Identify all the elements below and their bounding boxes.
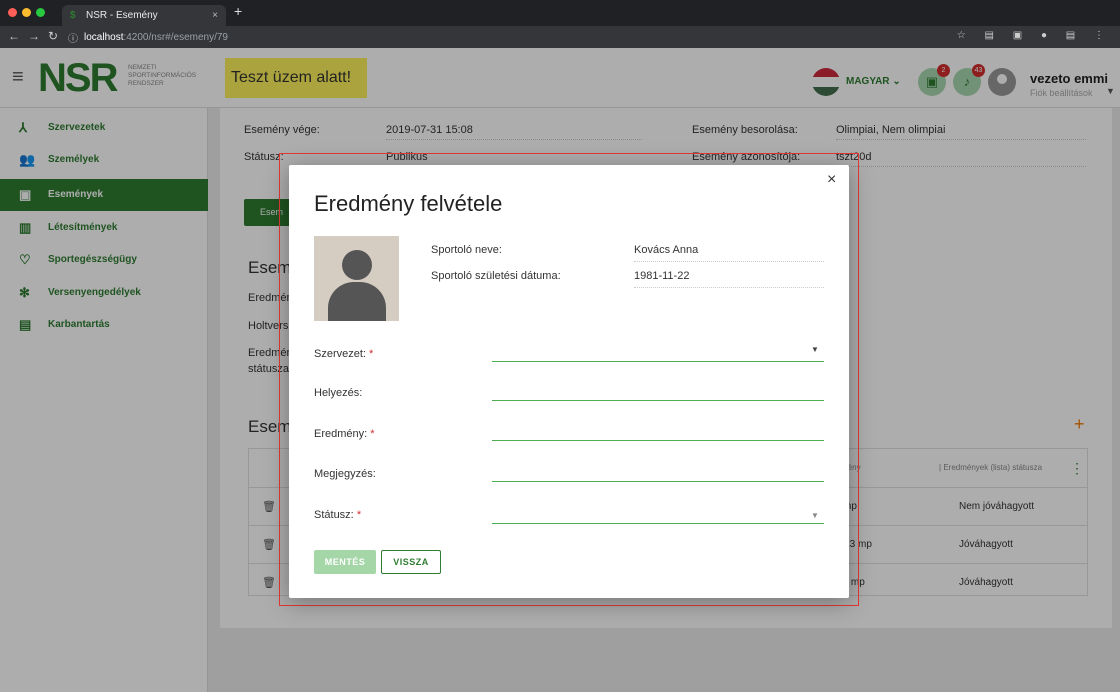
placement-label: Helyezés: (314, 387, 363, 399)
athlete-photo-placeholder (314, 236, 399, 321)
browser-tab[interactable]: $ NSR - Esemény × (62, 5, 226, 26)
new-tab-button[interactable]: + (234, 3, 242, 19)
result-label: Eredmény: * (314, 428, 375, 440)
dialog-title: Eredmény felvétele (314, 191, 503, 216)
add-result-dialog: Eredmény felvétele × Sportoló neve: Ková… (289, 165, 849, 598)
placement-input[interactable] (492, 400, 824, 401)
url-path: :4200/nsr#/esemeny/79 (123, 32, 228, 43)
organization-label-text: Szervezet: (314, 348, 366, 360)
status-select[interactable] (492, 523, 824, 524)
required-mark: * (356, 509, 362, 521)
required-mark: * (369, 348, 374, 360)
status-field-label: Státusz: * (314, 509, 361, 521)
dropdown-arrow-icon[interactable]: ▼ (811, 511, 819, 520)
organization-label: Szervezet: * (314, 348, 373, 360)
dropdown-arrow-icon[interactable]: ▼ (811, 345, 819, 354)
forward-arrow-icon[interactable]: → (28, 29, 40, 43)
close-icon[interactable]: × (827, 171, 836, 189)
close-window-button[interactable] (8, 8, 17, 17)
tab-close-icon[interactable]: × (212, 5, 218, 26)
maximize-window-button[interactable] (36, 8, 45, 17)
athlete-name-value: Kovács Anna (634, 244, 824, 262)
note-label: Megjegyzés: (314, 468, 376, 480)
save-button[interactable]: MENTÉS (314, 550, 376, 574)
minimize-window-button[interactable] (22, 8, 31, 17)
athlete-birth-label: Sportoló születési dátuma: (431, 270, 561, 282)
person-head-icon (342, 250, 372, 280)
browser-extension-icons[interactable]: ☆ ▤ ▣ ● ▤ ⋮ (957, 30, 1112, 41)
required-mark: * (370, 428, 375, 440)
url-host: localhost (84, 32, 124, 43)
note-input[interactable] (492, 481, 824, 482)
athlete-birth-value: 1981-11-22 (634, 270, 824, 288)
favicon-icon: $ (70, 10, 76, 21)
browser-tabbar: $ NSR - Esemény × + (0, 0, 1120, 26)
back-arrow-icon[interactable]: ← (8, 29, 20, 43)
result-label-text: Eredmény: (314, 428, 368, 440)
back-button[interactable]: VISSZA (381, 550, 441, 574)
reload-icon[interactable]: ↻ (48, 29, 58, 43)
organization-select[interactable] (492, 361, 824, 362)
status-field-label-text: Státusz: (314, 509, 354, 521)
browser-address-bar: ← → ↻ ⓘ localhost:4200/nsr#/esemeny/79 ☆… (0, 26, 1120, 48)
url-input[interactable]: localhost:4200/nsr#/esemeny/79 (84, 30, 964, 45)
info-icon: ⓘ (68, 34, 78, 45)
result-input[interactable] (492, 440, 824, 441)
tab-title: NSR - Esemény (86, 10, 158, 21)
person-body-icon (328, 282, 386, 321)
athlete-name-label: Sportoló neve: (431, 244, 502, 256)
